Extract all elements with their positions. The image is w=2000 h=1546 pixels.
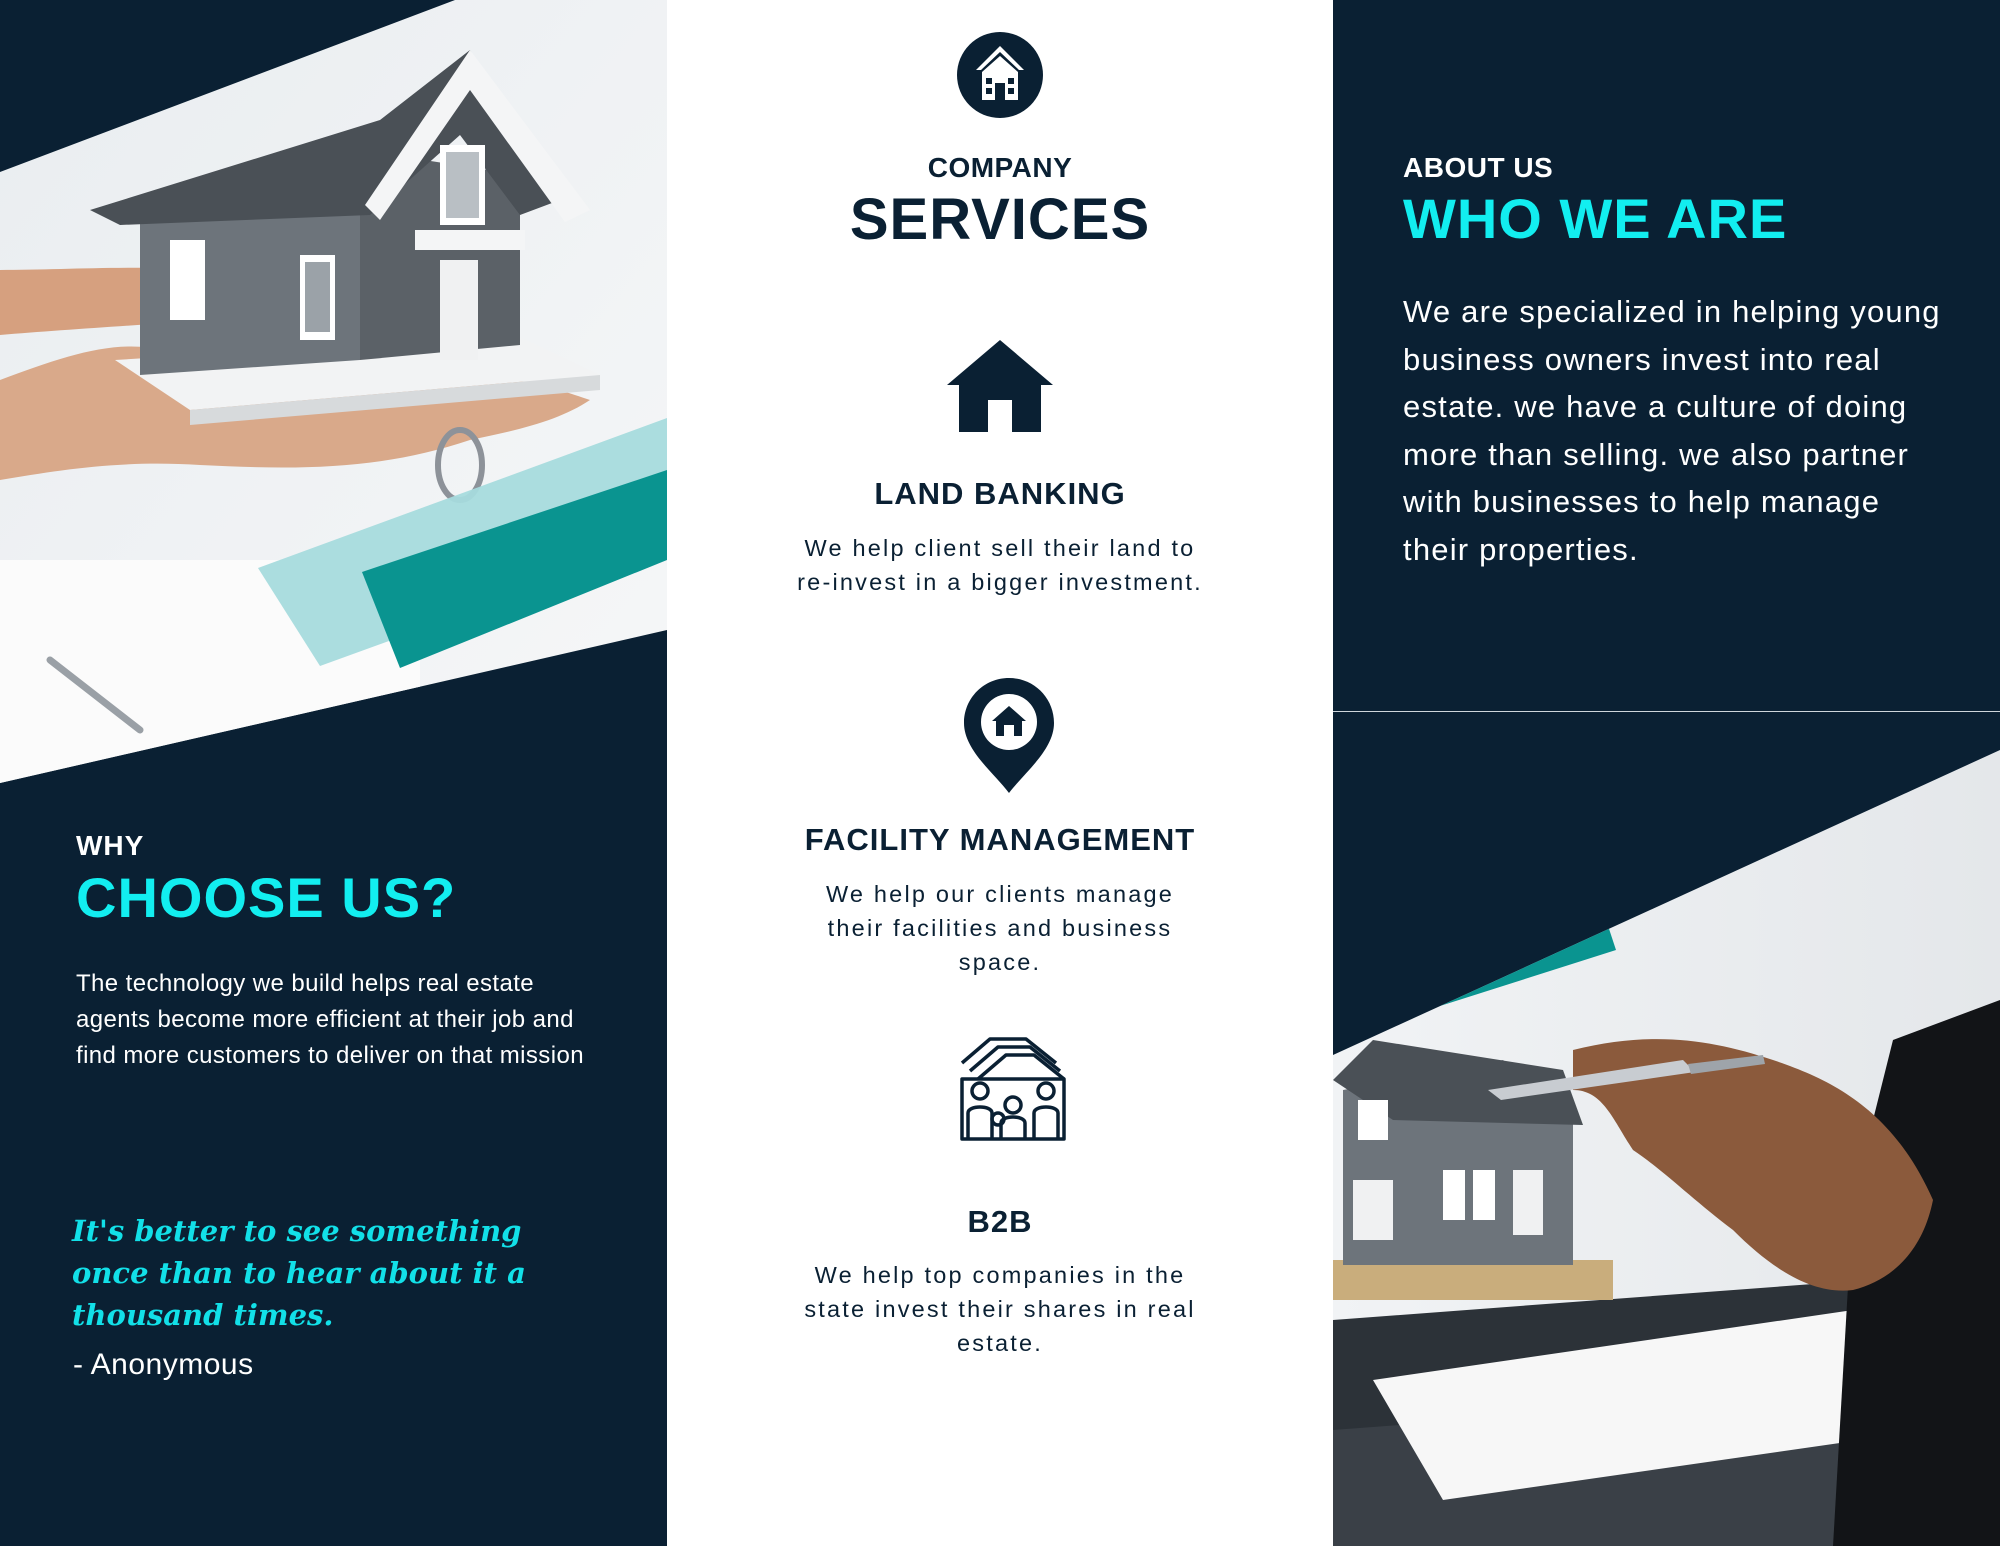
- house-icon: [947, 340, 1053, 432]
- service-description: We help top companies in the state inves…: [804, 1262, 1196, 1356]
- about-label: ABOUT US: [1403, 152, 1554, 183]
- service-description: We help client sell their land to re-inv…: [797, 535, 1203, 595]
- location-pin-house-icon: [964, 678, 1054, 793]
- service-title: LAND BANKING: [874, 476, 1126, 511]
- house-circle-icon: [957, 32, 1043, 118]
- right-panel: ABOUT US WHO WE ARE We are specialized i…: [1333, 0, 2000, 1546]
- middle-panel: COMPANY SERVICES LAND BANKING We help cl…: [667, 0, 1333, 1546]
- quote-text: It's better to see something once than t…: [72, 1214, 526, 1332]
- why-body-text: The technology we build helps real estat…: [76, 970, 584, 1069]
- service-description: We help our clients manage their facilit…: [825, 881, 1175, 975]
- about-body-text: We are specialized in helping young busi…: [1403, 294, 1941, 567]
- services-label: COMPANY: [927, 152, 1073, 183]
- quote-author: - Anonymous: [73, 1348, 254, 1381]
- service-title: FACILITY MANAGEMENT: [804, 822, 1196, 857]
- services-heading: SERVICES: [849, 187, 1151, 252]
- family-houses-icon: [960, 1037, 1066, 1141]
- choose-us-heading: CHOOSE US?: [76, 866, 457, 929]
- who-we-are-heading: WHO WE ARE: [1403, 187, 1788, 250]
- left-panel: WHY CHOOSE US? The technology we build h…: [0, 0, 667, 1546]
- service-title: B2B: [967, 1204, 1033, 1239]
- section-divider: [1333, 711, 2000, 712]
- why-label: WHY: [76, 830, 145, 861]
